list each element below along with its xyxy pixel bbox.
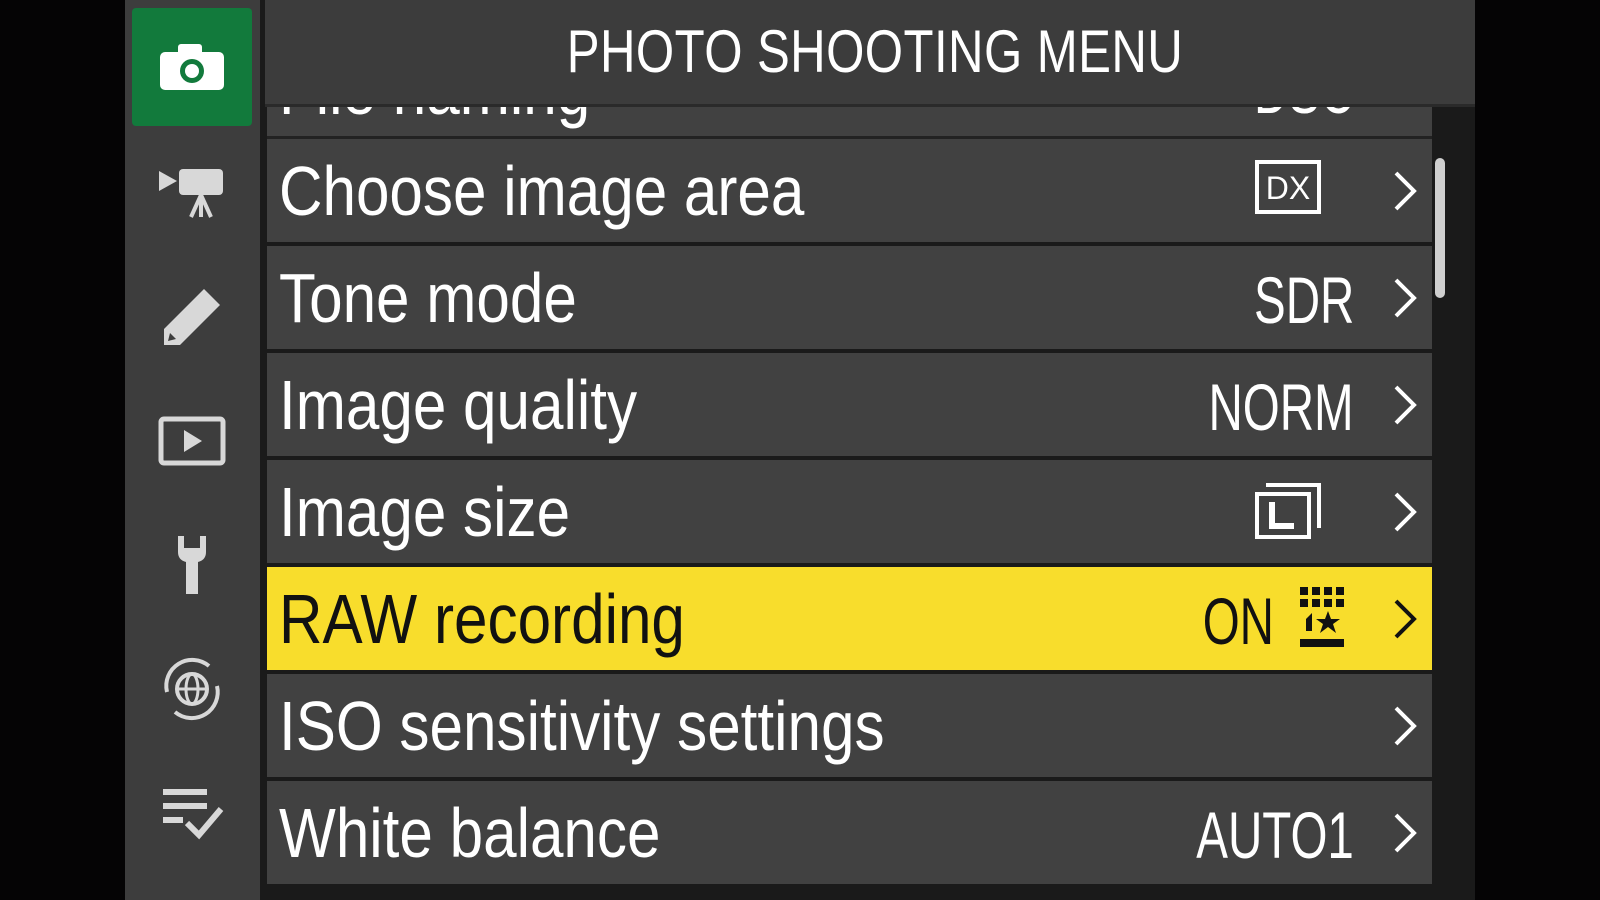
menu-row-value: NORM [1208, 370, 1354, 444]
pencil-icon [164, 289, 220, 345]
wrench-icon [178, 536, 206, 594]
menu-row-label: Image quality [279, 366, 638, 444]
menu-row-value: AUTO1 [1196, 798, 1354, 872]
menu-row-label: Image size [279, 473, 571, 551]
large-size-icon [1255, 483, 1321, 539]
menu-row-white-balance[interactable]: White balance AUTO1 [267, 781, 1432, 884]
raw-compression-icon [1300, 587, 1344, 647]
chevron-right-icon [1394, 813, 1417, 853]
menu-row-iso-sensitivity[interactable]: ISO sensitivity settings [267, 674, 1432, 777]
camera-icon [160, 44, 224, 90]
tab-playback[interactable] [132, 382, 252, 500]
dx-frame-icon: DX [1255, 160, 1321, 214]
chevron-right-icon [1394, 492, 1417, 532]
menu-row-raw-recording[interactable]: RAW recording ON [267, 567, 1432, 670]
menu-row-label: RAW recording [279, 580, 685, 658]
network-globe-icon [164, 657, 220, 721]
chevron-right-icon [1394, 171, 1417, 211]
camera-menu-screen: File naming DSC PHOTO SHOOTING MENU ? Ch… [125, 0, 1475, 900]
chevron-right-icon [1394, 599, 1417, 639]
menu-row-tone-mode[interactable]: Tone mode SDR [267, 246, 1432, 349]
menu-row-value: SDR [1253, 263, 1354, 337]
menu-row-choose-image-area[interactable]: Choose image area DX [267, 139, 1432, 242]
menu-sidebar [125, 0, 260, 900]
scrollbar[interactable] [1435, 158, 1445, 298]
menu-row-label: Tone mode [279, 259, 577, 337]
menu-row-image-quality[interactable]: Image quality NORM [267, 353, 1432, 456]
playback-icon [158, 416, 226, 466]
menu-row-value: ON [1202, 584, 1274, 658]
tab-movie-shooting[interactable] [132, 132, 252, 250]
tab-network[interactable] [132, 630, 252, 748]
chevron-right-icon [1394, 706, 1417, 746]
my-menu-checklist-icon [163, 789, 224, 840]
menu-header: PHOTO SHOOTING MENU ? [265, 0, 1475, 107]
page-title: PHOTO SHOOTING MENU [566, 18, 1184, 85]
menu-row-label: Choose image area [279, 152, 805, 230]
chevron-right-icon [1394, 385, 1417, 425]
tab-my-menu[interactable] [132, 754, 252, 872]
dx-label: DX [1266, 170, 1310, 206]
tab-custom-settings[interactable] [132, 258, 252, 376]
chevron-right-icon [1394, 278, 1417, 318]
menu-row-label: White balance [279, 794, 661, 872]
tab-setup[interactable] [132, 506, 252, 624]
menu-row-label: ISO sensitivity settings [279, 687, 885, 765]
movie-camera-icon [159, 169, 223, 218]
tab-photo-shooting[interactable] [132, 8, 252, 126]
menu-row-image-size[interactable]: Image size [267, 460, 1432, 563]
